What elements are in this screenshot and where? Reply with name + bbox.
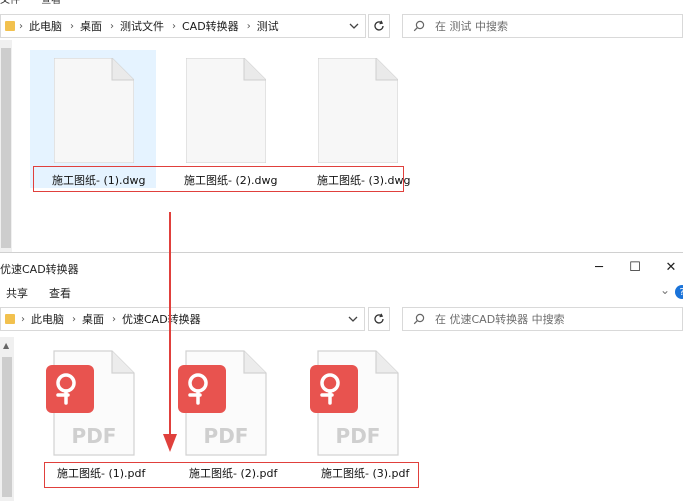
menu-file[interactable]: 文件 xyxy=(0,0,20,6)
folder-icon xyxy=(5,314,15,324)
ribbon-expand-chevron-icon[interactable]: ⌄ xyxy=(660,283,670,297)
crumb-test[interactable]: 测试 xyxy=(253,18,285,34)
dwg-file-label-2[interactable]: 施工图纸- (2).dwg xyxy=(184,172,278,188)
crumb-this-pc[interactable]: 此电脑 xyxy=(27,311,70,327)
bottom-refresh-button[interactable] xyxy=(368,307,390,331)
chevron-right-icon[interactable]: › xyxy=(70,314,78,325)
pdf-file-tile-3[interactable]: PDF xyxy=(308,349,400,459)
tab-share[interactable]: 共享 xyxy=(6,285,28,301)
minimize-icon: ─ xyxy=(595,259,603,275)
folder-icon xyxy=(5,21,15,31)
chevron-right-icon[interactable]: › xyxy=(110,314,118,325)
top-refresh-button[interactable] xyxy=(368,14,390,38)
top-search-placeholder: 在 测试 中搜索 xyxy=(435,20,508,33)
bottom-window: 优速CAD转换器 ─ ☐ ✕ 共享 查看 ⌄ ? › 此电脑 › 桌面 › 优速… xyxy=(0,252,683,501)
top-scroll-thumb[interactable] xyxy=(1,48,11,248)
crumb-test-files[interactable]: 测试文件 xyxy=(116,18,170,34)
top-search-input[interactable]: 在 测试 中搜索 xyxy=(402,14,683,38)
close-icon: ✕ xyxy=(665,259,677,275)
pdf-file-icon: PDF xyxy=(178,350,267,456)
refresh-icon xyxy=(374,313,384,324)
top-breadcrumb: › 此电脑 › 桌面 › 测试文件 › CAD转换器 › 测试 xyxy=(5,18,285,34)
chevron-down-icon[interactable] xyxy=(342,308,364,330)
bottom-scroll-thumb[interactable] xyxy=(2,357,12,497)
svg-text:PDF: PDF xyxy=(72,424,117,448)
scroll-up-icon[interactable]: ▲ xyxy=(3,341,9,350)
crumb-this-pc[interactable]: 此电脑 xyxy=(25,18,68,34)
arrow-shaft xyxy=(169,212,171,438)
help-icon: ? xyxy=(679,287,683,298)
help-button[interactable]: ? xyxy=(675,285,683,299)
bottom-address-area: › 此电脑 › 桌面 › 优速CAD转换器 xyxy=(0,307,365,331)
dwg-file-icon xyxy=(54,58,134,163)
crumb-cad-converter[interactable]: CAD转换器 xyxy=(178,18,245,34)
bottom-address-bar[interactable]: › 此电脑 › 桌面 › 优速CAD转换器 xyxy=(0,307,365,331)
chevron-right-icon[interactable]: › xyxy=(108,21,116,32)
pdf-file-tile-1[interactable]: PDF xyxy=(44,349,136,459)
bottom-search-placeholder: 在 优速CAD转换器 中搜索 xyxy=(435,313,565,326)
chevron-right-icon[interactable]: › xyxy=(17,21,25,32)
crumb-desktop[interactable]: 桌面 xyxy=(76,18,108,34)
maximize-button[interactable]: ☐ xyxy=(620,257,650,277)
window-title: 优速CAD转换器 xyxy=(0,263,79,276)
minimize-button[interactable]: ─ xyxy=(584,257,614,277)
top-left-scrollbar[interactable] xyxy=(0,40,12,252)
chevron-right-icon[interactable]: › xyxy=(68,21,76,32)
chevron-right-icon[interactable]: › xyxy=(170,21,178,32)
crumb-desktop[interactable]: 桌面 xyxy=(78,311,110,327)
menu-view[interactable]: 查看 xyxy=(41,0,61,6)
search-icon xyxy=(413,313,425,325)
bottom-left-scrollbar[interactable]: ▲ xyxy=(0,337,14,501)
bottom-breadcrumb: › 此电脑 › 桌面 › 优速CAD转换器 xyxy=(5,311,207,327)
tab-view[interactable]: 查看 xyxy=(49,285,71,301)
dwg-file-icon xyxy=(186,58,266,163)
pdf-file-icon: PDF xyxy=(46,350,135,456)
pdf-file-label-3[interactable]: 施工图纸- (3).pdf xyxy=(321,465,409,481)
search-icon xyxy=(413,20,425,32)
top-address-area: › 此电脑 › 桌面 › 测试文件 › CAD转换器 › 测试 xyxy=(0,14,366,38)
svg-text:PDF: PDF xyxy=(204,424,249,448)
refresh-icon xyxy=(374,20,384,31)
pdf-file-label-1[interactable]: 施工图纸- (1).pdf xyxy=(57,465,145,481)
top-address-bar[interactable]: › 此电脑 › 桌面 › 测试文件 › CAD转换器 › 测试 xyxy=(0,14,366,38)
top-menu-stub: 文件 查看 xyxy=(0,0,120,6)
pdf-file-label-2[interactable]: 施工图纸- (2).pdf xyxy=(189,465,277,481)
bottom-search-input[interactable]: 在 优速CAD转换器 中搜索 xyxy=(402,307,683,331)
maximize-icon: ☐ xyxy=(629,259,641,275)
dwg-file-label-3[interactable]: 施工图纸- (3).dwg xyxy=(317,172,411,188)
arrow-down-icon xyxy=(163,434,177,452)
svg-text:PDF: PDF xyxy=(336,424,381,448)
close-button[interactable]: ✕ xyxy=(656,257,683,277)
crumb-youshu-cad[interactable]: 优速CAD转换器 xyxy=(118,311,207,327)
pdf-file-tile-2[interactable]: PDF xyxy=(176,349,268,459)
chevron-right-icon[interactable]: › xyxy=(245,21,253,32)
pdf-file-icon: PDF xyxy=(310,350,399,456)
chevron-down-icon[interactable] xyxy=(343,15,365,37)
dwg-file-label-1[interactable]: 施工图纸- (1).dwg xyxy=(52,172,146,188)
chevron-right-icon[interactable]: › xyxy=(19,314,27,325)
dwg-file-icon xyxy=(318,58,398,163)
